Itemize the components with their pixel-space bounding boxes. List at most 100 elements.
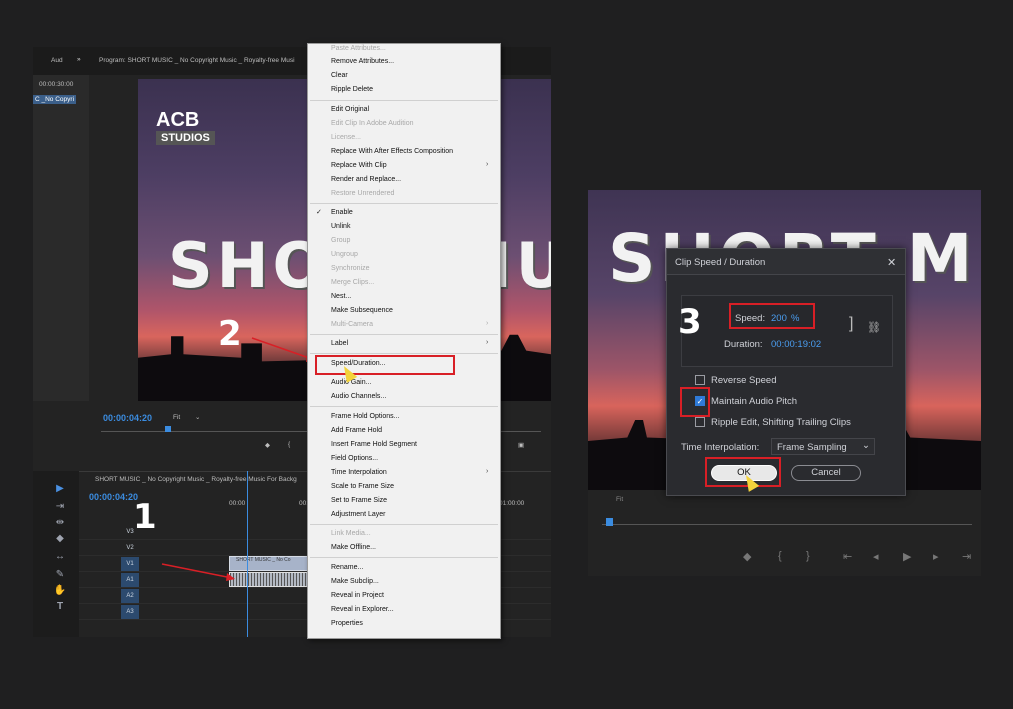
menu-item[interactable]: Enable: [331, 208, 353, 218]
menu-item[interactable]: Nest...: [331, 292, 351, 302]
source-timecode: 00:00:30:00: [39, 81, 74, 88]
ripple-edit-tool-icon[interactable]: ⇹: [53, 517, 67, 529]
menu-item[interactable]: Ungroup: [331, 250, 358, 260]
mark-out-icon[interactable]: }: [806, 550, 810, 562]
audio-clip[interactable]: [229, 572, 309, 587]
panel-menu-icon[interactable]: »: [77, 56, 81, 63]
submenu-arrow-icon: ›: [486, 339, 489, 346]
menu-item[interactable]: Edit Clip In Adobe Audition: [331, 119, 414, 129]
menu-item[interactable]: Insert Frame Hold Segment: [331, 440, 417, 450]
menu-item[interactable]: Scale to Frame Size: [331, 482, 394, 492]
program-title: Program: SHORT MUSIC _ No Copyright Musi…: [99, 57, 295, 64]
timeline-sequence-title[interactable]: SHORT MUSIC _ No Copyright Music _ Royal…: [95, 476, 297, 483]
menu-item[interactable]: Ripple Delete: [331, 85, 373, 95]
timeline-playhead[interactable]: [247, 471, 248, 637]
ruler-label: 01:00:00: [499, 500, 525, 507]
program-timecode[interactable]: 00:00:04:20: [103, 413, 152, 423]
export-frame-icon[interactable]: ▣: [518, 441, 524, 449]
scrub-bar[interactable]: [602, 524, 972, 525]
maintain-pitch-label: Maintain Audio Pitch: [711, 396, 798, 407]
menu-item[interactable]: License...: [331, 133, 361, 143]
slip-tool-icon[interactable]: ↔: [53, 551, 67, 563]
menu-item[interactable]: Properties: [331, 619, 363, 629]
menu-item[interactable]: Group: [331, 236, 350, 246]
hand-tool-icon[interactable]: ✋: [53, 585, 67, 597]
mark-in-icon[interactable]: {: [288, 441, 290, 448]
mark-in-icon[interactable]: {: [778, 550, 782, 562]
reverse-speed-checkbox[interactable]: [695, 375, 705, 385]
close-icon[interactable]: ✕: [887, 256, 896, 269]
menu-item[interactable]: Restore Unrendered: [331, 189, 394, 199]
playhead-marker[interactable]: [165, 426, 171, 432]
timeline-timecode[interactable]: 00:00:04:20: [89, 492, 138, 502]
step-number-2: 2: [218, 314, 242, 354]
highlight-speed-duration: [315, 355, 455, 375]
cancel-button[interactable]: Cancel: [791, 465, 861, 481]
menu-separator: [310, 524, 498, 525]
menu-item[interactable]: Reveal in Explorer...: [331, 605, 394, 615]
track-label[interactable]: V2: [121, 541, 139, 555]
menu-item[interactable]: Reveal in Project: [331, 591, 384, 601]
time-interpolation-select[interactable]: Frame Sampling ⌄: [771, 438, 875, 455]
menu-item[interactable]: Make Subsequence: [331, 306, 393, 316]
menu-item[interactable]: Replace With After Effects Composition: [331, 147, 453, 157]
menu-item[interactable]: Remove Attributes...: [331, 57, 394, 67]
go-to-in-icon[interactable]: ⇤: [843, 550, 852, 563]
source-panel: 00:00:30:00 C _No Copyri: [33, 75, 89, 445]
play-icon[interactable]: ▶: [903, 550, 911, 563]
menu-item[interactable]: Synchronize: [331, 264, 370, 274]
go-to-out-icon[interactable]: ⇥: [962, 550, 971, 563]
menu-item[interactable]: Replace With Clip: [331, 161, 387, 171]
menu-item[interactable]: Merge Clips...: [331, 278, 374, 288]
duration-label: Duration:: [724, 339, 763, 350]
source-tab-label[interactable]: Aud: [51, 57, 63, 64]
track-label[interactable]: A1: [121, 573, 139, 587]
menu-item[interactable]: Set to Frame Size: [331, 496, 387, 506]
marker-icon[interactable]: ◆: [743, 550, 751, 563]
chevron-down-icon[interactable]: ⌄: [195, 413, 200, 421]
menu-item[interactable]: Make Subclip...: [331, 577, 379, 587]
fit-select[interactable]: Fit: [616, 496, 623, 503]
track-select-tool-icon[interactable]: ⇥: [53, 501, 67, 513]
type-tool-icon[interactable]: T: [53, 601, 67, 613]
menu-item[interactable]: Clear: [331, 71, 348, 81]
highlight-maintain-pitch: [680, 387, 710, 417]
menu-item[interactable]: Frame Hold Options...: [331, 412, 399, 422]
menu-separator: [310, 334, 498, 335]
menu-item[interactable]: Unlink: [331, 222, 350, 232]
duration-input[interactable]: 00:00:19:02: [771, 339, 821, 350]
playhead-marker[interactable]: [606, 518, 613, 526]
pen-tool-icon[interactable]: ✎: [53, 569, 67, 581]
menu-item[interactable]: Rename...: [331, 563, 363, 573]
menu-item[interactable]: Field Options...: [331, 454, 378, 464]
step-back-icon[interactable]: ◂: [873, 550, 879, 563]
chain-link-icon[interactable]: ⛓: [867, 321, 881, 334]
submenu-arrow-icon: ›: [486, 161, 489, 168]
razor-tool-icon[interactable]: ◆: [53, 533, 67, 545]
fit-select[interactable]: Fit: [173, 414, 180, 421]
ripple-edit-checkbox[interactable]: [695, 417, 705, 427]
menu-item[interactable]: Make Offline...: [331, 543, 376, 553]
menu-item[interactable]: Render and Replace...: [331, 175, 401, 185]
menu-item[interactable]: Link Media...: [331, 529, 371, 539]
track-label[interactable]: A2: [121, 589, 139, 603]
menu-item[interactable]: Label: [331, 339, 348, 349]
selection-tool-icon[interactable]: ▶: [53, 483, 67, 495]
menu-item[interactable]: Edit Original: [331, 105, 369, 115]
source-clip[interactable]: C _No Copyri: [33, 95, 77, 104]
menu-item[interactable]: Adjustment Layer: [331, 510, 385, 520]
track-label[interactable]: A3: [121, 605, 139, 619]
dialog-title-bar: Clip Speed / Duration ✕: [667, 249, 905, 275]
video-clip[interactable]: SHORT MUSIC _ No Co: [229, 556, 309, 571]
time-interpolation-label: Time Interpolation:: [681, 442, 760, 453]
track-label[interactable]: V1: [121, 557, 139, 571]
marker-icon[interactable]: ◆: [265, 441, 270, 449]
step-forward-icon[interactable]: ▸: [933, 550, 939, 563]
submenu-arrow-icon: ›: [486, 320, 489, 327]
menu-item[interactable]: Add Frame Hold: [331, 426, 382, 436]
highlight-speed: [729, 303, 815, 329]
menu-item[interactable]: Time Interpolation: [331, 468, 387, 478]
menu-item[interactable]: Paste Attributes...: [331, 44, 386, 54]
menu-item[interactable]: Multi-Camera: [331, 320, 373, 330]
menu-item[interactable]: Audio Channels...: [331, 392, 386, 402]
